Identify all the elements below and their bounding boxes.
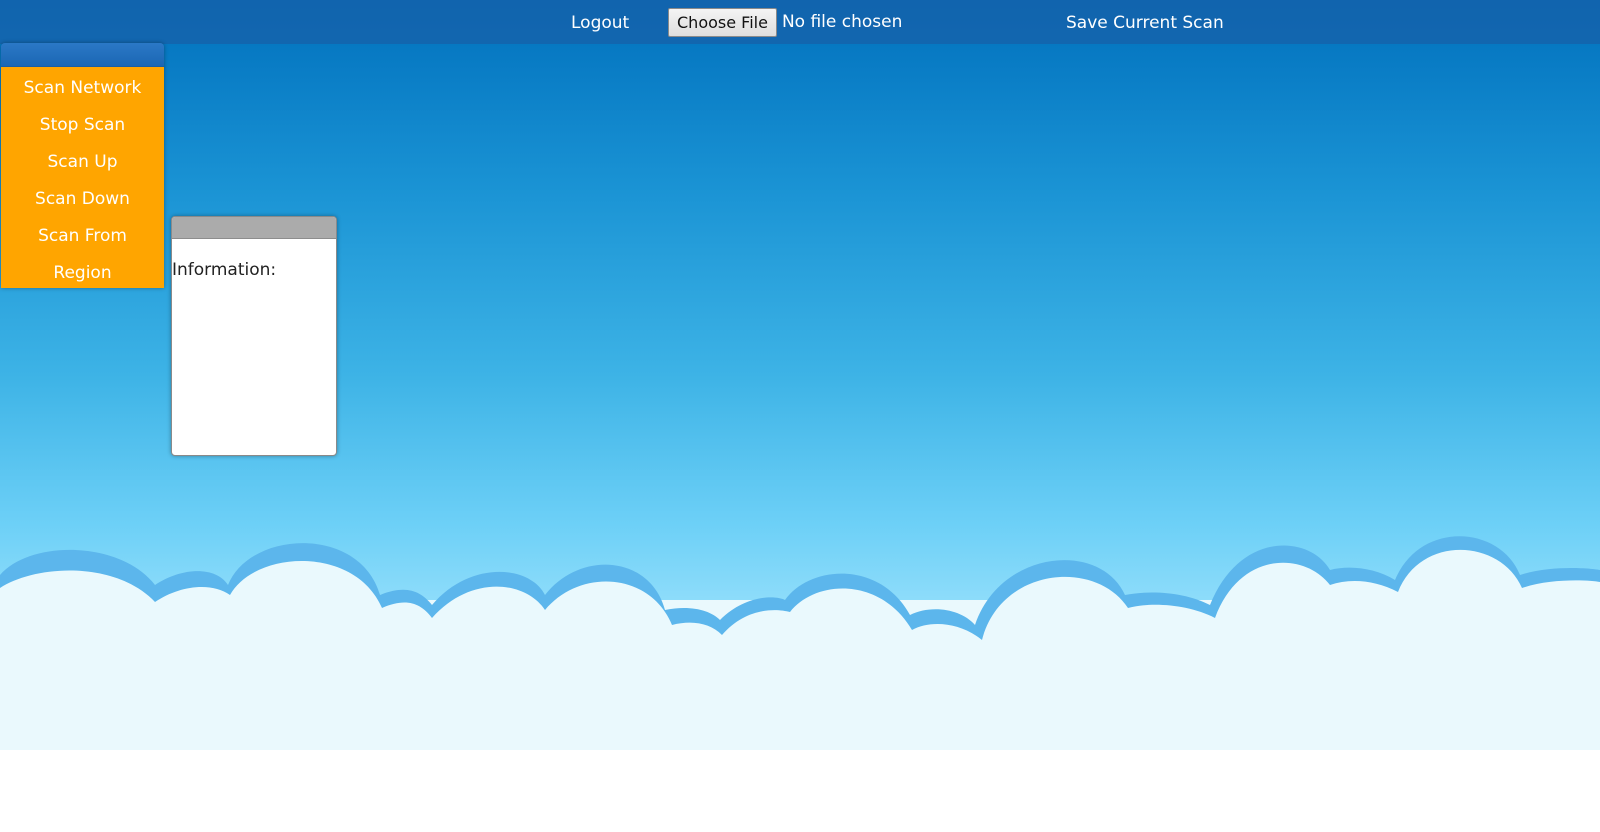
scan-from-region-button[interactable]: Scan From — [1, 218, 164, 255]
scan-up-button[interactable]: Scan Up — [1, 144, 164, 181]
logout-link[interactable]: Logout — [571, 12, 629, 34]
cloud-decoration — [0, 536, 1600, 750]
file-status-text: No file chosen — [781, 12, 903, 32]
stop-scan-button[interactable]: Stop Scan — [1, 107, 164, 144]
file-input[interactable]: Choose File No file chosen — [668, 7, 902, 37]
scan-from-region-button-line2[interactable]: Region — [1, 255, 164, 288]
information-panel: Information: — [171, 216, 337, 456]
scan-menu-panel: Scan Network Stop Scan Scan Up Scan Down… — [1, 43, 164, 288]
scan-network-button[interactable]: Scan Network — [1, 70, 164, 107]
choose-file-button[interactable]: Choose File — [668, 7, 777, 37]
scan-menu-drag-handle[interactable] — [1, 43, 164, 67]
top-bar: Logout Choose File No file chosen Save C… — [0, 0, 1600, 44]
scan-menu-body: Scan Network Stop Scan Scan Up Scan Down… — [1, 67, 164, 288]
information-label: Information: — [172, 260, 277, 280]
save-current-scan-link[interactable]: Save Current Scan — [1066, 12, 1224, 34]
information-panel-drag-handle[interactable] — [172, 217, 336, 239]
scan-down-button[interactable]: Scan Down — [1, 181, 164, 218]
